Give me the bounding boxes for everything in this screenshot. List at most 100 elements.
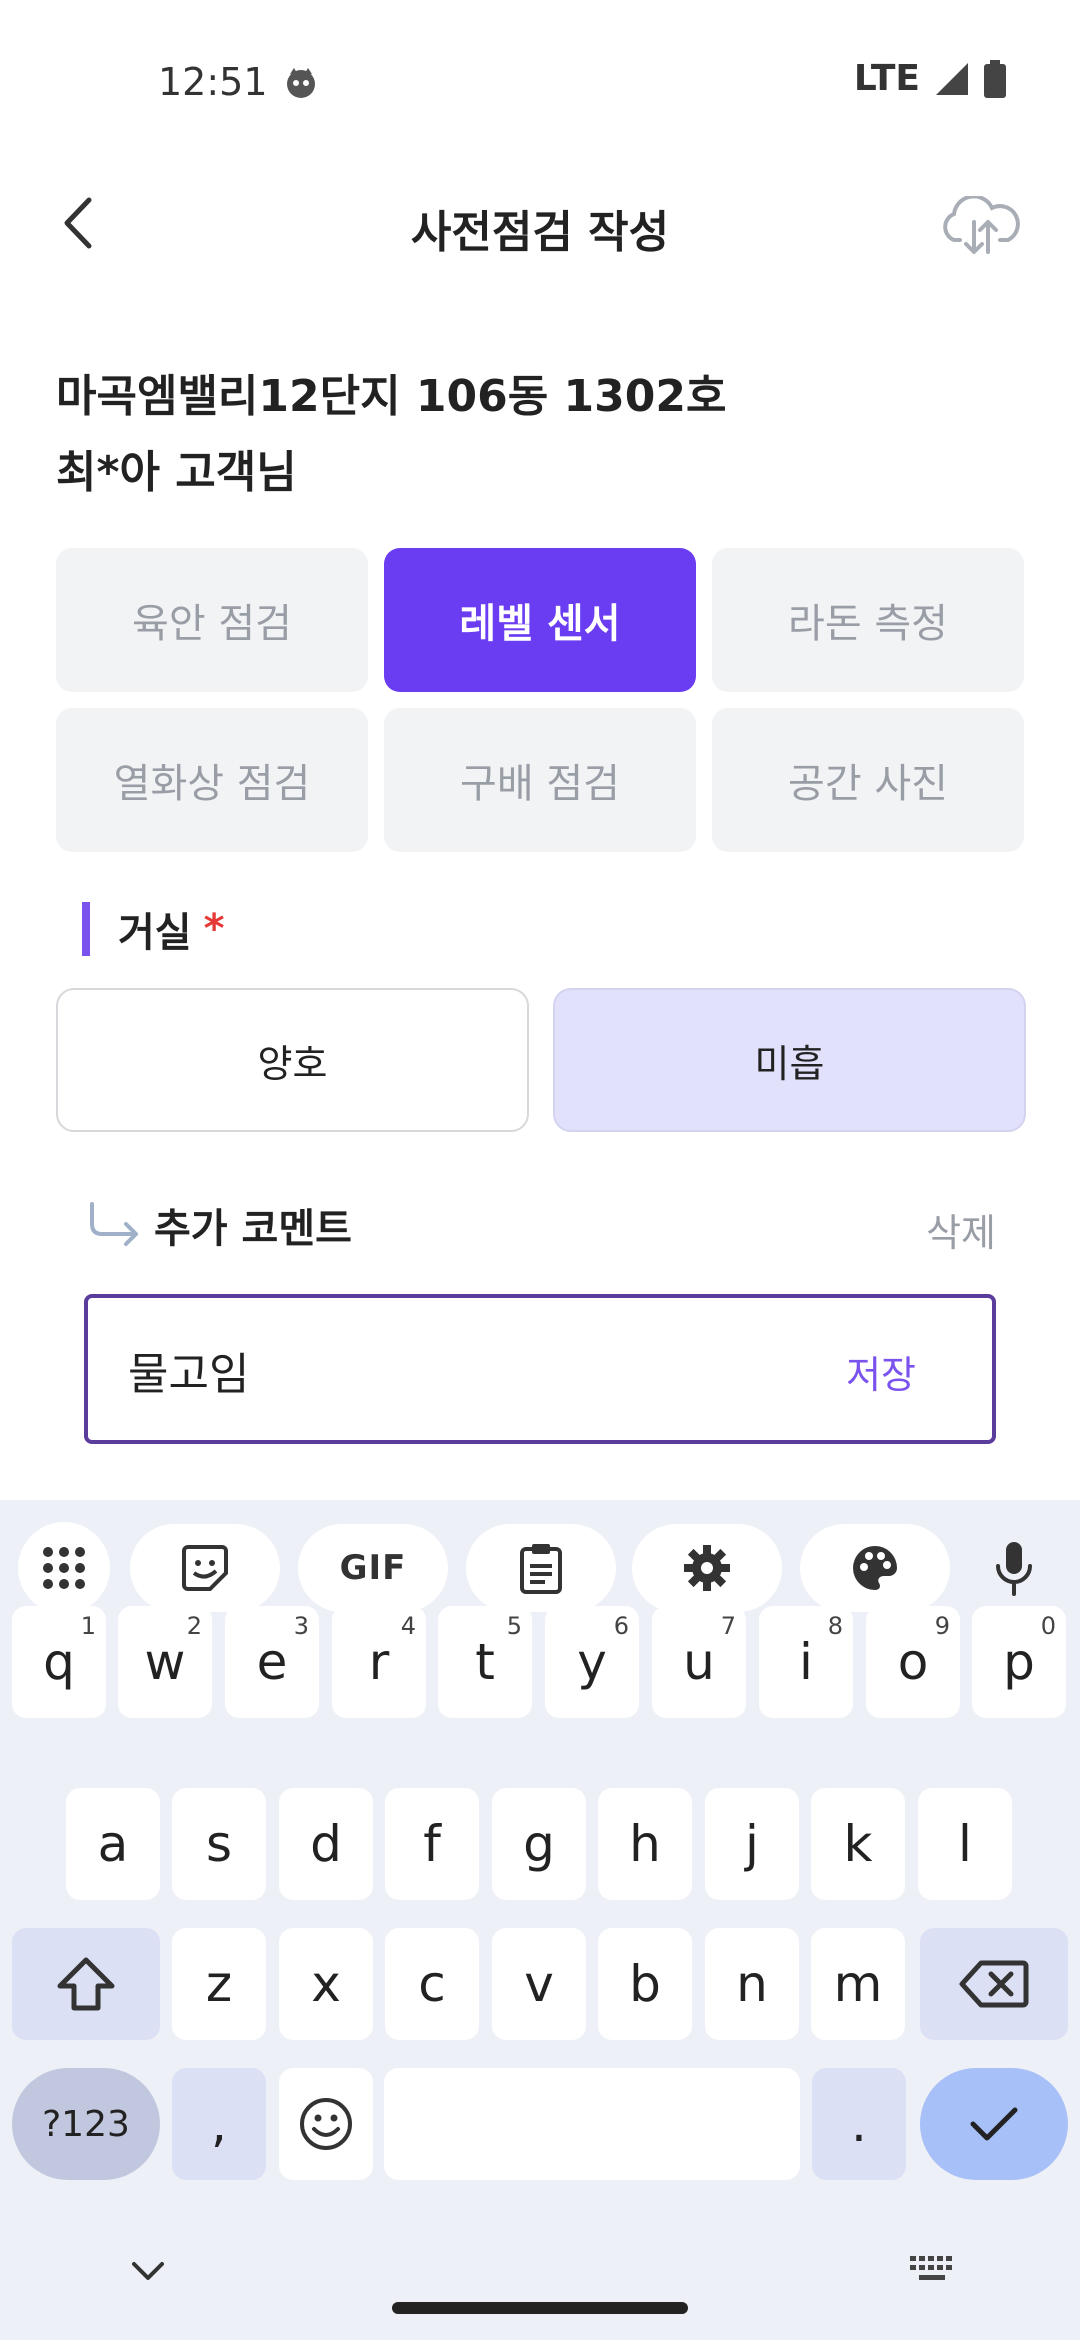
gif-label: GIF (339, 1548, 407, 1588)
key-x[interactable]: x (279, 1928, 373, 2040)
comment-field: 저장 (84, 1294, 996, 1444)
key-e[interactable]: e3 (225, 1606, 319, 1718)
key-v[interactable]: v (492, 1928, 586, 2040)
reply-arrow-icon (90, 1202, 138, 1246)
battery-icon (984, 59, 1006, 98)
tab-space-photo[interactable]: 공간 사진 (712, 708, 1024, 852)
backspace-icon (959, 1960, 1029, 2008)
emoji-key[interactable] (279, 2068, 373, 2180)
required-mark: * (203, 906, 225, 952)
tab-radon-measurement[interactable]: 라돈 측정 (712, 548, 1024, 692)
section-accent-bar (82, 902, 90, 956)
section-title: 거실 (118, 910, 192, 956)
key-k[interactable]: k (811, 1788, 905, 1900)
sticker-button[interactable] (130, 1524, 280, 1612)
key-label: t (475, 1633, 495, 1691)
voice-input-button[interactable] (974, 1524, 1054, 1612)
key-w[interactable]: w2 (118, 1606, 212, 1718)
key-label: y (577, 1633, 607, 1691)
key-n[interactable]: n (705, 1928, 799, 2040)
key-label: i (799, 1633, 813, 1691)
comment-input[interactable] (128, 1338, 728, 1402)
comma-key[interactable]: , (172, 2068, 266, 2180)
theme-button[interactable] (800, 1524, 950, 1612)
app-header: 사전점검 작성 (0, 170, 1080, 280)
category-tabs: 육안 점검 레벨 센서 라돈 측정 열화상 점검 구배 점검 공간 사진 (56, 548, 1026, 852)
key-alt-label: 2 (186, 1612, 202, 1640)
option-poor-button[interactable]: 미흡 (553, 988, 1026, 1132)
key-label: r (368, 1633, 390, 1691)
key-f[interactable]: f (385, 1788, 479, 1900)
clipboard-button[interactable] (466, 1524, 616, 1612)
key-j[interactable]: j (705, 1788, 799, 1900)
key-o[interactable]: o9 (866, 1606, 960, 1718)
comment-heading: 추가 코멘트 (86, 1196, 352, 1254)
key-alt-label: 8 (827, 1612, 843, 1640)
key-c[interactable]: c (385, 1928, 479, 2040)
sticker-icon (182, 1545, 228, 1591)
key-alt-label: 5 (506, 1612, 522, 1640)
backspace-key[interactable] (920, 1928, 1068, 2040)
key-s[interactable]: s (172, 1788, 266, 1900)
key-d[interactable]: d (279, 1788, 373, 1900)
key-p[interactable]: p0 (972, 1606, 1066, 1718)
period-key[interactable]: . (812, 2068, 906, 2180)
microphone-icon (996, 1542, 1032, 1596)
key-a[interactable]: a (66, 1788, 160, 1900)
section-heading: 거실 * (82, 902, 225, 956)
key-alt-label: 1 (80, 1612, 96, 1640)
key-t[interactable]: t5 (438, 1606, 532, 1718)
apps-grid-button[interactable] (18, 1522, 110, 1614)
key-r[interactable]: r4 (332, 1606, 426, 1718)
key-y[interactable]: y6 (545, 1606, 639, 1718)
key-z[interactable]: z (172, 1928, 266, 2040)
key-alt-label: 6 (613, 1612, 629, 1640)
key-q[interactable]: q1 (12, 1606, 106, 1718)
tab-visual-inspection[interactable]: 육안 점검 (56, 548, 368, 692)
status-indicators: LTE (854, 58, 1006, 99)
rating-options: 양호 미흡 (56, 988, 1026, 1132)
enter-key[interactable] (920, 2068, 1068, 2180)
key-label: w (144, 1633, 186, 1691)
palette-icon (853, 1546, 897, 1590)
shift-arrow-icon (57, 1957, 115, 2011)
keyboard-toolbar: GIF (0, 1500, 1080, 1620)
keyboard-switch-icon[interactable] (908, 2254, 958, 2284)
cloud-sync-icon[interactable] (938, 196, 1022, 256)
symbols-key[interactable]: ?123 (12, 2068, 160, 2180)
customer-name: 최*아 고객님 (56, 447, 297, 498)
clipboard-icon (520, 1544, 562, 1594)
key-alt-label: 0 (1040, 1612, 1056, 1640)
gif-button[interactable]: GIF (298, 1524, 448, 1612)
key-b[interactable]: b (598, 1928, 692, 2040)
key-g[interactable]: g (492, 1788, 586, 1900)
key-label: q (43, 1633, 75, 1691)
key-l[interactable]: l (918, 1788, 1012, 1900)
tab-level-sensor[interactable]: 레벨 센서 (384, 548, 696, 692)
grid-icon (43, 1547, 85, 1589)
key-label: e (256, 1633, 288, 1691)
check-icon (970, 2107, 1018, 2141)
tab-thermal-inspection[interactable]: 열화상 점검 (56, 708, 368, 852)
key-m[interactable]: m (811, 1928, 905, 2040)
delete-comment-button[interactable]: 삭제 (926, 1202, 996, 1257)
key-alt-label: 9 (934, 1612, 950, 1640)
key-label: u (683, 1633, 715, 1691)
save-comment-button[interactable]: 저장 (846, 1344, 916, 1399)
key-alt-label: 3 (293, 1612, 309, 1640)
customer-address: 마곡엠밸리12단지 106동 1302호 (56, 371, 727, 422)
notification-face-icon (287, 68, 315, 98)
shift-key[interactable] (12, 1928, 160, 2040)
key-u[interactable]: u7 (652, 1606, 746, 1718)
space-key[interactable] (384, 2068, 800, 2180)
hide-keyboard-icon[interactable] (128, 2256, 168, 2286)
key-alt-label: 7 (720, 1612, 736, 1640)
comment-label: 추가 코멘트 (154, 1206, 352, 1252)
option-good-button[interactable]: 양호 (56, 988, 529, 1132)
key-i[interactable]: i8 (759, 1606, 853, 1718)
home-gesture-handle[interactable] (392, 2302, 688, 2314)
settings-button[interactable] (632, 1524, 782, 1612)
network-type: LTE (853, 58, 920, 99)
key-h[interactable]: h (598, 1788, 692, 1900)
tab-slope-inspection[interactable]: 구배 점검 (384, 708, 696, 852)
